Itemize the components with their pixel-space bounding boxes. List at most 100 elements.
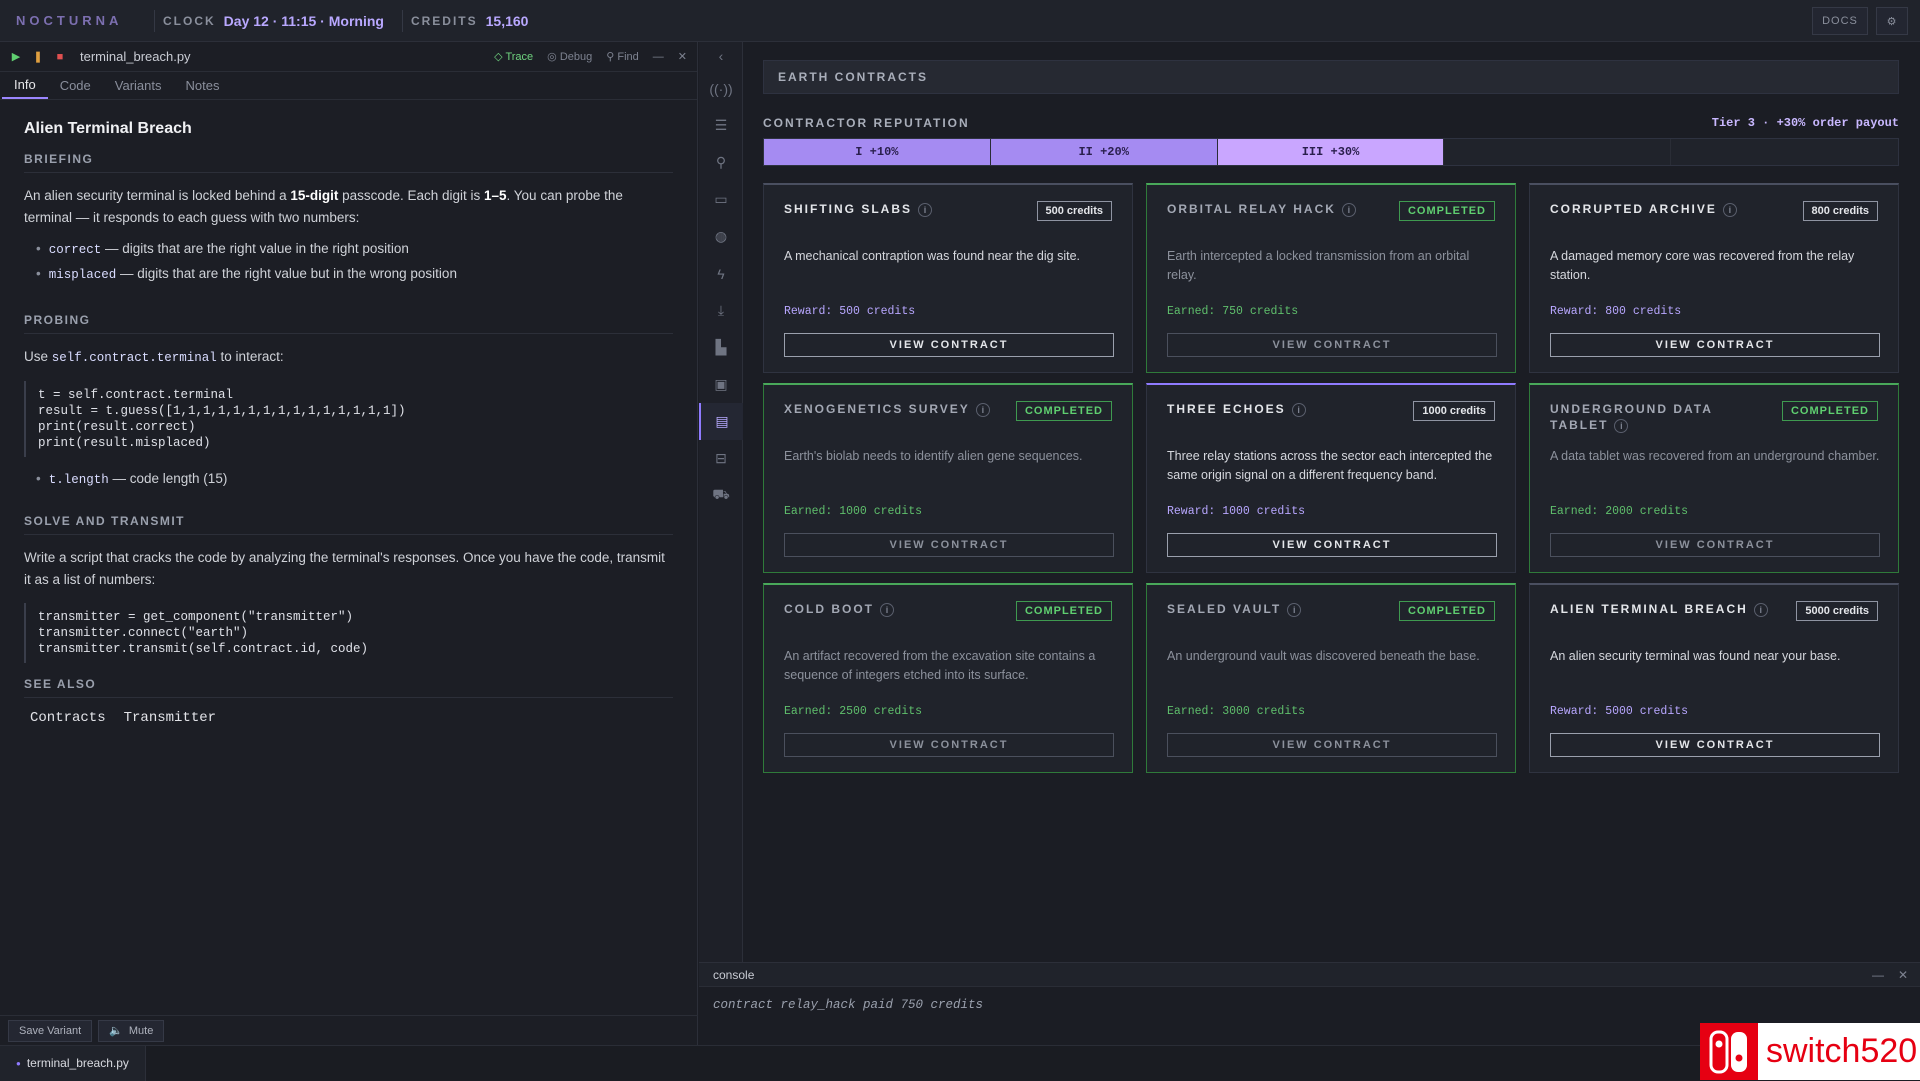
view-contract-button[interactable]: VIEW CONTRACT (1167, 733, 1497, 757)
info-icon[interactable]: i (880, 602, 894, 617)
find-button[interactable]: ⚲ Find (606, 50, 639, 63)
pause-icon[interactable]: ❚ (32, 51, 44, 63)
info-icon[interactable]: i (918, 202, 933, 217)
search-icon[interactable]: ⚲ (699, 144, 743, 181)
credits-label: CREDITS (410, 13, 478, 28)
contracts-icon[interactable]: ▤ (699, 403, 743, 440)
reputation-segment: I +10% (764, 139, 991, 165)
download-icon[interactable]: ⤓ (699, 292, 743, 329)
contract-desc: Earth intercepted a locked transmission … (1167, 249, 1470, 282)
view-contract-button[interactable]: VIEW CONTRACT (1550, 733, 1880, 757)
view-contract-button[interactable]: VIEW CONTRACT (784, 333, 1114, 357)
contract-card: SEALED VAULT i COMPLETED An underground v… (1146, 583, 1516, 773)
view-contract-button[interactable]: VIEW CONTRACT (784, 733, 1114, 757)
doc-title: Alien Terminal Breach (24, 120, 192, 137)
contract-badge: 5000 credits (1796, 601, 1878, 621)
tab-code[interactable]: Code (48, 72, 103, 99)
bolt-icon[interactable]: ϟ (699, 255, 743, 292)
contract-reward: Reward: 5000 credits (1550, 705, 1689, 718)
contract-reward: Reward: 1000 credits (1167, 505, 1306, 518)
view-contract-button[interactable]: VIEW CONTRACT (1550, 333, 1880, 357)
trace-toggle[interactable]: ◇ Trace (494, 50, 533, 63)
console-line: contract relay_hack paid 750 credits (713, 998, 984, 1012)
open-file-tab[interactable]: ● terminal_breach.py (0, 1045, 146, 1081)
probing-text: Use self.contract.terminal to interact: (24, 349, 284, 365)
info-icon[interactable]: i (1341, 202, 1356, 217)
clock-value: Day 12 · 11:15 · Morning (223, 12, 384, 29)
minimize-icon[interactable]: — (653, 51, 664, 63)
close-icon[interactable]: ✕ (1898, 968, 1908, 982)
minimize-icon[interactable]: — (1872, 968, 1884, 982)
debug-toggle[interactable]: ◎ Debug (547, 50, 592, 63)
editor-tabs: Info Code Variants Notes (0, 72, 697, 100)
contract-doc: Alien Terminal Breach BRIEFING An alien … (0, 100, 697, 978)
find-label: Find (617, 51, 639, 63)
info-icon[interactable]: i (1753, 602, 1768, 617)
console-title: console (713, 967, 755, 982)
layers-icon[interactable]: ☰ (699, 107, 743, 144)
tab-info[interactable]: Info (2, 72, 48, 99)
contract-desc: An underground vault was discovered bene… (1167, 649, 1480, 663)
contract-card: SHIFTING SLABS i 500 credits A mechanical… (763, 183, 1133, 373)
view-contract-button[interactable]: VIEW CONTRACT (784, 533, 1114, 557)
watermark: switch520 (1700, 1023, 1920, 1080)
tab-variants[interactable]: Variants (103, 72, 174, 99)
contract-desc: Earth's biolab needs to identify alien g… (784, 449, 1083, 463)
switch-logo-icon (1700, 1023, 1758, 1080)
info-icon[interactable]: i (975, 402, 990, 417)
link-transmitter[interactable]: Transmitter (124, 710, 216, 726)
briefcase-icon[interactable]: ▣ (699, 366, 743, 403)
contract-reward: Earned: 3000 credits (1167, 705, 1306, 718)
globe-icon[interactable]: ◍ (699, 218, 743, 255)
editor-footer: Save Variant 🔈 Mute (0, 1015, 698, 1045)
top-bar: NOCTURNA CLOCK Day 12 · 11:15 · Morning … (0, 0, 1920, 42)
contract-reward: Reward: 500 credits (784, 305, 916, 318)
contract-badge: COMPLETED (1398, 201, 1495, 221)
contract-reward: Earned: 1000 credits (784, 505, 923, 518)
contract-title: THREE ECHOES i (1167, 401, 1387, 417)
info-icon[interactable]: i (1722, 202, 1737, 217)
view-contract-button[interactable]: VIEW CONTRACT (1550, 533, 1880, 557)
cart-icon[interactable]: ⛟ (699, 477, 743, 514)
contract-badge: 500 credits (1036, 201, 1112, 221)
link-contracts[interactable]: Contracts (30, 710, 106, 726)
close-icon[interactable]: ✕ (678, 50, 687, 63)
contract-reward: Reward: 800 credits (1550, 305, 1682, 318)
info-icon[interactable]: i (1614, 418, 1629, 433)
console-header: console — ✕ (699, 963, 1920, 987)
list-item: t.length — code length (15) (36, 467, 673, 492)
save-variant-button[interactable]: Save Variant (8, 1019, 93, 1042)
contract-badge: COMPLETED (1015, 401, 1112, 421)
info-icon[interactable]: i (1287, 602, 1302, 617)
reputation-segment (1671, 139, 1898, 165)
monitor-icon[interactable]: ▭ (699, 181, 743, 218)
reputation-segment (1444, 139, 1672, 165)
probing-heading: PROBING (24, 313, 673, 334)
contract-badge: COMPLETED (1015, 601, 1112, 621)
editor-pane: ▶ ❚ ■ terminal_breach.py ◇ Trace ◎ Debug… (0, 42, 698, 1045)
view-contract-button[interactable]: VIEW CONTRACT (1167, 533, 1497, 557)
play-icon[interactable]: ▶ (10, 51, 22, 63)
contract-title: COLD BOOT i (784, 601, 1004, 617)
open-file-name: terminal_breach.py (26, 1056, 129, 1070)
contract-desc: Three relay stations across the sector e… (1167, 449, 1493, 482)
info-icon[interactable]: i (1291, 402, 1306, 417)
contract-title: SHIFTING SLABS i (784, 201, 1004, 217)
toolbox-icon[interactable]: ⊟ (699, 440, 743, 477)
broadcast-icon[interactable]: ((·)) (699, 70, 743, 107)
icon-rail: ‹ ((·)) ☰ ⚲ ▭ ◍ ϟ ⤓ ▙ ▣ ▤ ⊟ ⛟ (699, 42, 743, 962)
contract-desc: A mechanical contraption was found near … (784, 249, 1081, 263)
docs-button[interactable]: DOCS (1812, 7, 1868, 35)
stop-icon[interactable]: ■ (54, 51, 66, 63)
view-contract-button[interactable]: VIEW CONTRACT (1167, 333, 1497, 357)
panel-title: EARTH CONTRACTS (763, 60, 1899, 94)
factory-icon[interactable]: ▙ (699, 329, 743, 366)
mute-button[interactable]: 🔈 Mute (98, 1019, 165, 1042)
tab-notes[interactable]: Notes (174, 72, 232, 99)
collapse-icon[interactable]: ‹ (699, 42, 743, 70)
contract-badge: 1000 credits (1413, 401, 1495, 421)
contract-card: UNDERGROUND DATA TABLET i COMPLETED A dat… (1529, 383, 1899, 573)
settings-button[interactable]: ⚙ (1876, 7, 1908, 35)
editor-toolbar: ▶ ❚ ■ terminal_breach.py ◇ Trace ◎ Debug… (0, 42, 697, 72)
reputation-segment: II +20% (990, 139, 1218, 165)
